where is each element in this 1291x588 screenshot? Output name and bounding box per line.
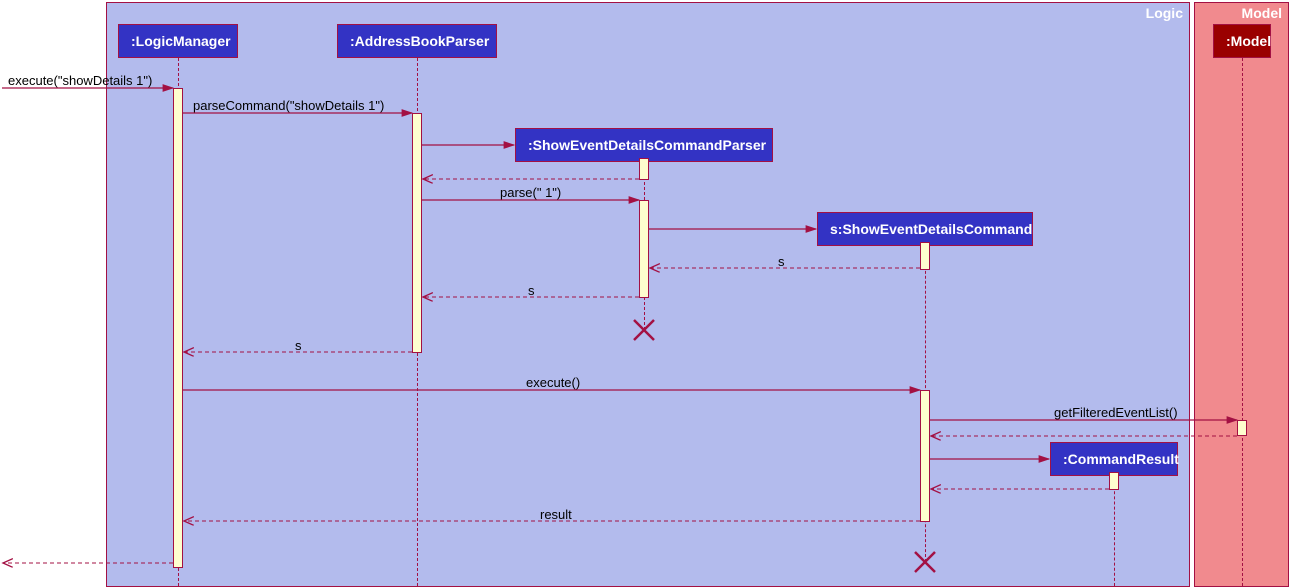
activation-logic-manager	[173, 88, 183, 568]
msg-return-s2: s	[528, 283, 535, 298]
activation-show-command-1	[920, 242, 930, 270]
lifeline-model	[1242, 58, 1243, 586]
participant-model: :Model	[1213, 24, 1271, 58]
participant-address-book-parser: :AddressBookParser	[337, 24, 497, 58]
frame-model-title: Model	[1242, 5, 1282, 21]
participant-command-result: :CommandResult	[1050, 442, 1178, 476]
activation-address-book-parser	[412, 113, 422, 353]
msg-execute-in: execute("showDetails 1")	[8, 73, 152, 88]
participant-logic-manager: :LogicManager	[118, 24, 238, 58]
msg-parse-command: parseCommand("showDetails 1")	[193, 98, 384, 113]
activation-show-parser-1	[639, 158, 649, 180]
participant-show-parser: :ShowEventDetailsCommandParser	[515, 128, 773, 162]
msg-get-filtered: getFilteredEventList()	[1054, 405, 1178, 420]
activation-model	[1237, 420, 1247, 436]
participant-show-command: s:ShowEventDetailsCommand	[817, 212, 1033, 246]
activation-command-result	[1109, 472, 1119, 490]
msg-parse-one: parse(" 1")	[500, 185, 561, 200]
msg-result: result	[540, 507, 572, 522]
msg-return-s3: s	[295, 338, 302, 353]
activation-show-parser-2	[639, 200, 649, 298]
activation-show-command-2	[920, 390, 930, 522]
lifeline-command-result	[1114, 476, 1115, 586]
msg-return-s1: s	[778, 254, 785, 269]
frame-logic-title: Logic	[1146, 5, 1183, 21]
msg-execute-empty: execute()	[526, 375, 580, 390]
